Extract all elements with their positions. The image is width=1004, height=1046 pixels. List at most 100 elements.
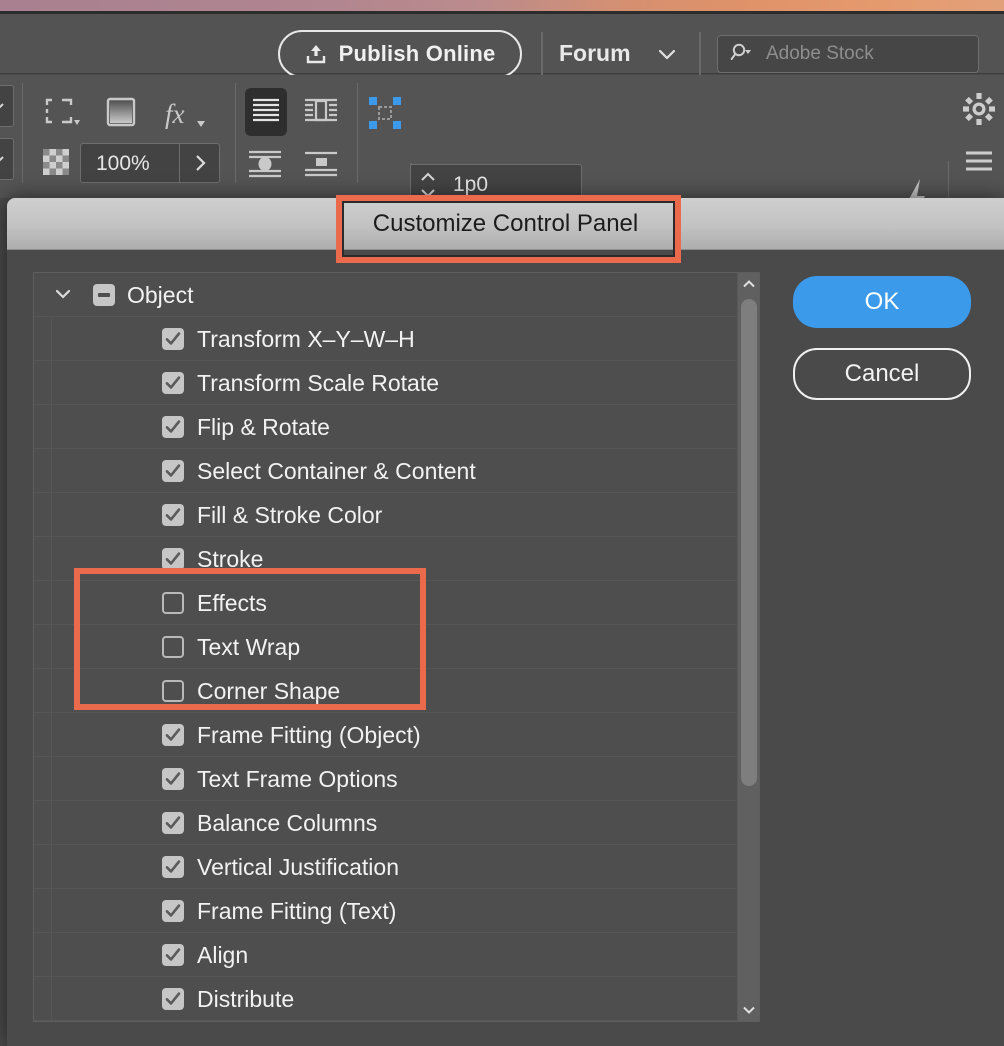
ok-button-label: OK [864,288,900,315]
publish-online-button[interactable]: Publish Online [278,30,522,78]
checkbox-checked[interactable] [162,504,184,526]
checkbox-checked[interactable] [162,416,184,438]
chevron-down-icon[interactable] [738,999,759,1021]
checkbox-checked[interactable] [162,900,184,922]
list-group-row[interactable]: Object [34,273,739,317]
checkbox-checked[interactable] [162,856,184,878]
row-column-divider [51,669,52,712]
row-column-divider [51,581,52,624]
text-wrap-none-button[interactable] [245,88,287,136]
checkbox-checked[interactable] [162,724,184,746]
adobe-stock-search-input[interactable]: Adobe Stock [717,35,979,73]
checkbox-checked[interactable] [162,328,184,350]
row-column-divider [51,317,52,360]
inset-value: 1p0 [453,173,489,196]
opacity-expand-button[interactable] [179,144,219,182]
left-clipped-dropdown-2[interactable] [0,138,14,180]
svg-text:fx: fx [165,99,185,129]
application-top-bar: Publish Online Forum Adobe Stock [0,14,1004,78]
list-item-row[interactable]: Transform Scale Rotate [34,361,739,405]
topbar-divider-2 [699,32,701,76]
toolbar-separator-3 [357,83,358,183]
publish-online-label: Publish Online [338,41,496,66]
text-wrap-object-shape-button[interactable] [303,97,339,132]
row-column-divider [51,757,52,800]
app-window: Publish Online Forum Adobe Stock fx 100%… [0,0,1004,1046]
control-panel-items-list[interactable]: Object Transform X–Y–W–H Transform Scale R… [33,272,760,1022]
ok-button[interactable]: OK [793,276,971,328]
checkbox-unchecked[interactable] [162,592,184,614]
list-item-row[interactable]: Transform X–Y–W–H [34,317,739,361]
checkbox-checked[interactable] [162,812,184,834]
row-column-divider [51,889,52,932]
cancel-button[interactable]: Cancel [793,348,971,400]
panel-menu-icon[interactable] [963,148,995,179]
checkbox-checked[interactable] [162,768,184,790]
transform-reference-point-icon[interactable] [42,95,84,136]
toolbar-separator-2 [235,83,236,183]
list-item-label: Distribute [197,986,295,1012]
dialog-body: Object Transform X–Y–W–H Transform Scale R… [7,250,1004,1046]
list-item-row[interactable]: Vertical Justification [34,845,739,889]
forum-menu-label[interactable]: Forum [559,40,631,67]
list-item-label: Balance Columns [197,810,378,836]
list-scrollbar[interactable] [737,273,759,1021]
toolbar-separator-1 [22,83,23,183]
list-item-row[interactable]: Flip & Rotate [34,405,739,449]
checkbox-checked[interactable] [162,548,184,570]
checkbox-unchecked[interactable] [162,680,184,702]
list-item-label: Align [197,942,249,968]
list-item-row[interactable]: Stroke [34,537,739,581]
list-item-label: Text Frame Options [197,766,398,792]
row-column-divider [51,537,52,580]
list-item-label: Effects [197,590,267,616]
align-center-vertical-button[interactable] [247,149,283,184]
control-panel-toolbar: fx 100% 1p0 [0,75,1004,258]
gear-icon[interactable] [962,92,996,131]
list-item-label: Corner Shape [197,678,341,704]
checkbox-checked[interactable] [162,944,184,966]
opacity-swatch-icon[interactable] [43,149,69,180]
list-item-label: Transform Scale Rotate [197,370,440,396]
row-column-divider [51,361,52,404]
list-item-label: Flip & Rotate [197,414,330,440]
list-item-row[interactable]: Select Container & Content [34,449,739,493]
list-item-row[interactable]: Frame Fitting (Text) [34,889,739,933]
frame-fitting-icon[interactable] [369,97,401,134]
chevron-up-icon[interactable] [738,273,759,295]
list-item-label: Transform X–Y–W–H [197,326,415,352]
opacity-value: 100% [96,152,150,175]
list-item-row[interactable]: Frame Fitting (Object) [34,713,739,757]
group-checkbox-mixed[interactable] [93,284,115,306]
fx-effects-icon[interactable]: fx [163,97,207,136]
topbar-divider-1 [541,32,543,76]
drop-shadow-icon[interactable] [104,95,138,136]
opacity-field[interactable]: 100% [80,143,220,183]
upload-icon [305,43,327,65]
row-column-divider [51,933,52,976]
checkbox-checked[interactable] [162,988,184,1010]
list-item-row[interactable]: Balance Columns [34,801,739,845]
list-item-row[interactable]: Text Wrap [34,625,739,669]
checkbox-unchecked[interactable] [162,636,184,658]
align-bottom-button[interactable] [303,149,339,184]
list-item-label: Frame Fitting (Object) [197,722,421,748]
left-clipped-dropdown-1[interactable] [0,85,14,127]
list-item-row[interactable]: Effects [34,581,739,625]
row-column-divider [51,713,52,756]
checkbox-checked[interactable] [162,372,184,394]
chevron-down-icon[interactable] [54,287,72,301]
chevron-down-icon[interactable] [656,47,678,61]
list-item-label: Select Container & Content [197,458,476,484]
list-item-row[interactable]: Fill & Stroke Color [34,493,739,537]
list-item-row[interactable]: Text Frame Options [34,757,739,801]
list-item-row[interactable]: Align [34,933,739,977]
cancel-button-label: Cancel [844,360,920,387]
list-item-row[interactable]: Corner Shape [34,669,739,713]
scrollbar-thumb[interactable] [741,299,757,786]
list-item-row[interactable]: Distribute [34,977,739,1021]
checkbox-checked[interactable] [162,460,184,482]
row-column-divider [51,449,52,492]
customize-control-panel-dialog: Customize Control Panel Object Transform … [7,198,1004,1046]
list-item-label: Vertical Justification [197,854,399,880]
